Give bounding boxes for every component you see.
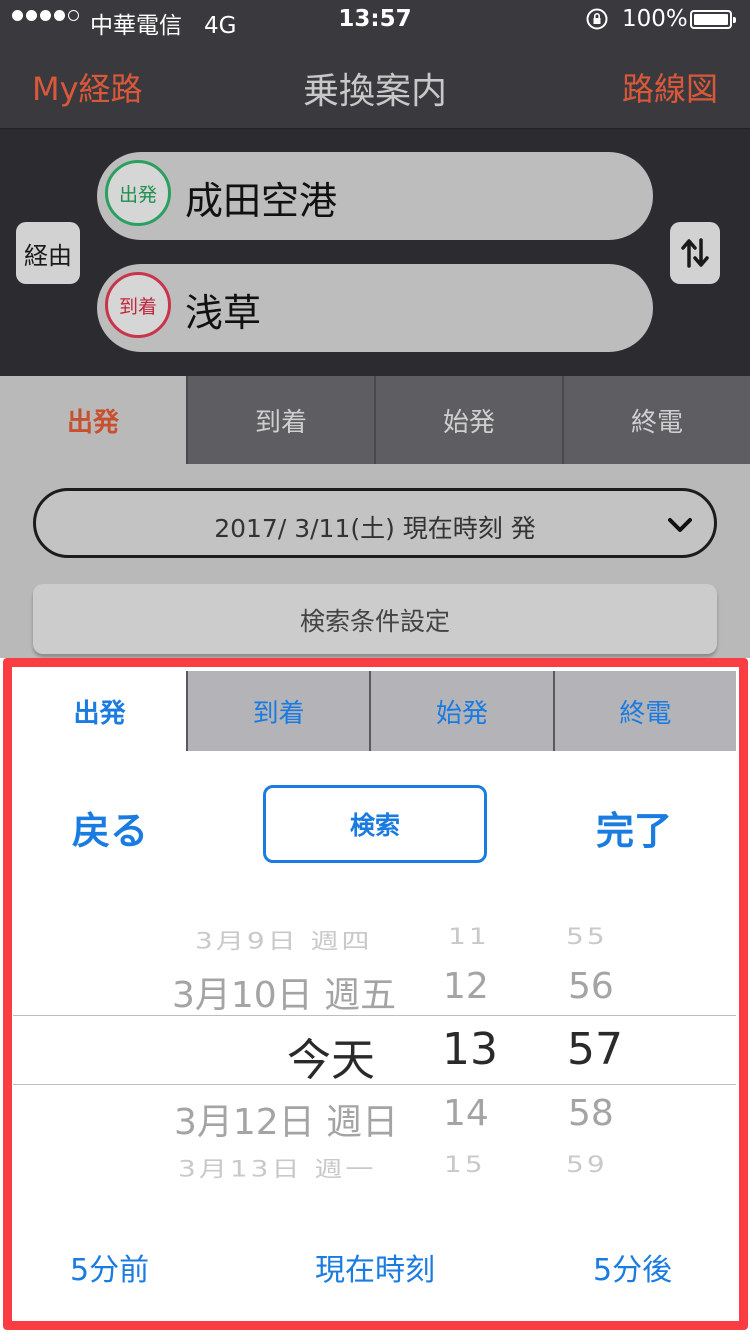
datetime-value: 2017/ 3/11(土) 現在時刻 発 xyxy=(214,514,536,543)
picker-tab-last-train[interactable]: 終電 xyxy=(552,671,736,751)
wheel-hour-selected[interactable]: 13 xyxy=(442,1024,498,1075)
wheel-date-item[interactable]: 3月9日 週四 xyxy=(195,924,373,955)
search-conditions-button[interactable]: 検索条件設定 xyxy=(33,584,717,654)
current-time-label[interactable]: 現在時刻 xyxy=(315,1253,435,1288)
chevron-down-icon xyxy=(668,518,692,532)
picker-mode-tabs: 出発 到着 始発 終電 xyxy=(13,671,736,751)
tab-arrival[interactable]: 到着 xyxy=(186,376,374,464)
picker-tab-arrival[interactable]: 到着 xyxy=(186,671,370,751)
wheel-hour-item[interactable]: 15 xyxy=(444,1152,486,1178)
picker-tab-first-train[interactable]: 始発 xyxy=(369,671,553,751)
tab-departure[interactable]: 出発 xyxy=(0,376,186,464)
picker-tab-departure[interactable]: 出発 xyxy=(13,671,186,751)
navigation-bar: My経路 乗換案内 路線図 xyxy=(0,40,750,129)
wheel-date-item[interactable]: 3月13日 週一 xyxy=(178,1152,376,1183)
swap-icon xyxy=(681,238,709,268)
done-button[interactable]: 完了 xyxy=(596,800,672,855)
status-bar: 中華電信 4G 13:57 100% xyxy=(0,0,750,40)
arrival-station-field[interactable]: 到着 浅草 xyxy=(97,264,653,352)
wheel-hour-item[interactable]: 11 xyxy=(448,924,490,950)
search-mode-tabs: 出発 到着 始発 終電 xyxy=(0,376,750,464)
back-button[interactable]: 戻る xyxy=(72,800,148,855)
battery-icon xyxy=(690,10,736,29)
tab-last-train[interactable]: 終電 xyxy=(562,376,750,464)
arrival-badge: 到着 xyxy=(105,272,171,338)
departure-badge: 出発 xyxy=(105,160,171,226)
search-button[interactable]: 検索 xyxy=(263,785,487,863)
search-conditions-label: 検索条件設定 xyxy=(299,607,450,636)
orientation-lock-icon xyxy=(586,8,608,30)
wheel-minute-item[interactable]: 59 xyxy=(566,1152,608,1178)
wheel-minute-selected[interactable]: 57 xyxy=(567,1024,623,1075)
departure-station-field[interactable]: 出発 成田空港 xyxy=(97,152,653,240)
station-panel: 経由 出発 成田空港 到着 浅草 xyxy=(0,129,750,376)
wheel-minute-item[interactable]: 56 xyxy=(568,966,614,1007)
plus-5-min-button[interactable]: 5分後 xyxy=(593,1245,672,1289)
arrival-station-name: 浅草 xyxy=(185,291,262,335)
wheel-minute-item[interactable]: 58 xyxy=(568,1093,614,1134)
battery-percent: 100% xyxy=(622,6,688,32)
via-button[interactable]: 経由 xyxy=(16,222,80,284)
search-options-area: 2017/ 3/11(土) 現在時刻 発 検索条件設定 xyxy=(0,464,750,658)
swap-stations-button[interactable] xyxy=(670,222,720,284)
route-map-button[interactable]: 路線図 xyxy=(622,64,718,110)
wheel-hour-item[interactable]: 12 xyxy=(443,966,489,1007)
datetime-select[interactable]: 2017/ 3/11(土) 現在時刻 発 xyxy=(33,488,717,558)
departure-station-name: 成田空港 xyxy=(185,179,338,223)
wheel-date-item[interactable]: 3月12日 週日 xyxy=(174,1093,398,1145)
wheel-hour-item[interactable]: 14 xyxy=(443,1093,489,1134)
wheel-date-item[interactable]: 3月10日 週五 xyxy=(172,966,396,1018)
wheel-minute-item[interactable]: 55 xyxy=(566,924,608,950)
tab-first-train[interactable]: 始発 xyxy=(374,376,562,464)
wheel-date-selected[interactable]: 今天 xyxy=(287,1024,375,1088)
